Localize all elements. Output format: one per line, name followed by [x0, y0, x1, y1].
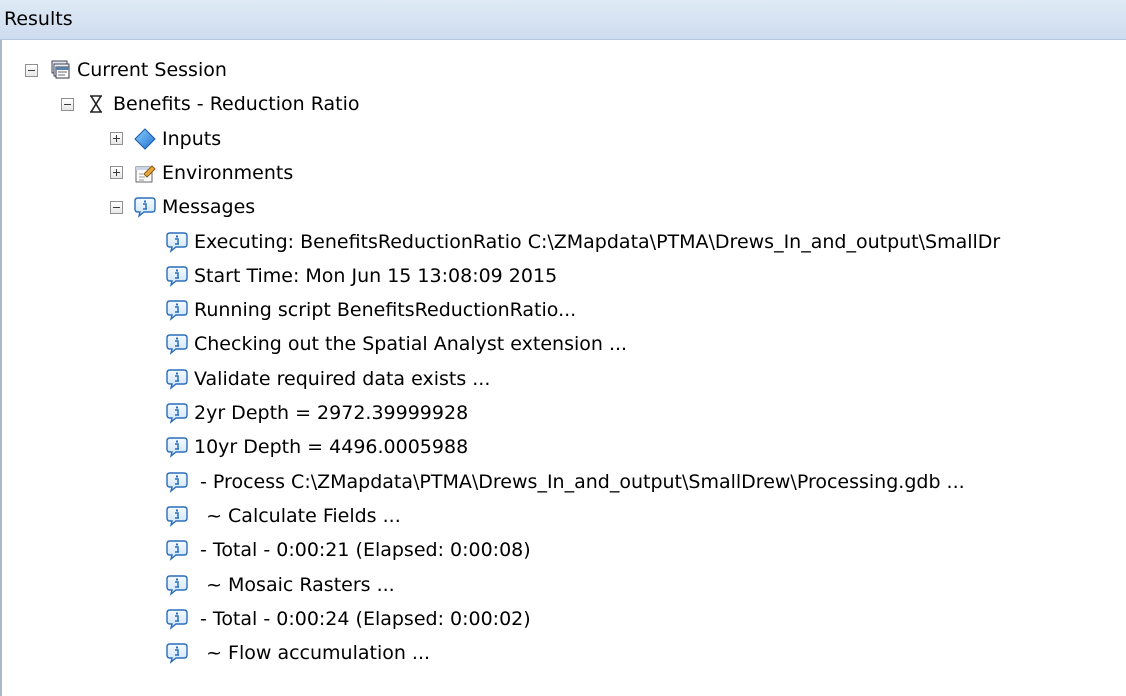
- info-message-icon: [166, 574, 188, 596]
- message-item[interactable]: Running script BenefitsReductionRatio...: [166, 293, 576, 327]
- collapse-minus-icon[interactable]: [25, 63, 38, 77]
- collapse-minus-icon[interactable]: [110, 200, 123, 214]
- tree-item-messages-label: Messages: [162, 196, 256, 219]
- message-item-label: Executing: BenefitsReductionRatio C:\ZMa…: [194, 230, 1001, 253]
- message-item[interactable]: - Total - 0:00:21 (Elapsed: 0:00:08): [166, 533, 531, 567]
- tree-item-environments-label: Environments: [162, 161, 294, 184]
- message-item[interactable]: - Total - 0:00:24 (Elapsed: 0:00:02): [166, 602, 531, 636]
- tree-item-inputs-label: Inputs: [162, 127, 222, 150]
- tree-item-environments[interactable]: Environments: [110, 156, 293, 190]
- info-message-icon: [166, 471, 188, 493]
- info-message-icon: [166, 505, 188, 527]
- info-message-icon: [166, 265, 188, 287]
- inputs-diamond-icon: [134, 127, 156, 150]
- message-item[interactable]: - Process C:\ZMapdata\PTMA\Drews_In_and_…: [166, 465, 965, 499]
- info-message-icon: [166, 539, 188, 562]
- message-item-label: ~ Flow accumulation ...: [194, 642, 431, 665]
- info-message-icon: [166, 231, 188, 253]
- environments-icon: [134, 162, 156, 184]
- results-panel-header: Results: [0, 0, 1126, 40]
- expand-plus-icon[interactable]: [110, 132, 123, 146]
- info-message-icon: [134, 196, 156, 219]
- info-message-icon: [166, 402, 188, 424]
- message-item[interactable]: Checking out the Spatial Analyst extensi…: [166, 327, 627, 361]
- message-item-label: Checking out the Spatial Analyst extensi…: [194, 333, 628, 356]
- tree-item-messages[interactable]: Messages: [110, 190, 255, 224]
- info-message-icon: [166, 436, 188, 459]
- message-item-label: 2yr Depth = 2972.39999928: [194, 402, 469, 424]
- message-item[interactable]: Validate required data exists ...: [166, 362, 490, 396]
- panel-title: Results: [4, 8, 73, 30]
- message-item-label: ~ Mosaic Rasters ...: [194, 573, 395, 596]
- hourglass-icon: [85, 93, 107, 115]
- expand-plus-icon[interactable]: [110, 166, 123, 180]
- info-message-icon: [166, 333, 188, 356]
- message-item[interactable]: 10yr Depth = 4496.0005988: [166, 430, 468, 464]
- message-item-label: ~ Calculate Fields ...: [194, 504, 401, 527]
- message-item[interactable]: 2yr Depth = 2972.39999928: [166, 396, 468, 430]
- tree-item-current-session-label: Current Session: [77, 59, 227, 81]
- info-message-icon: [166, 368, 188, 390]
- collapse-minus-icon[interactable]: [61, 97, 74, 111]
- message-item[interactable]: Start Time: Mon Jun 15 13:08:09 2015: [166, 259, 557, 293]
- message-item[interactable]: ~ Flow accumulation ...: [166, 636, 430, 670]
- message-item-label: Validate required data exists ...: [194, 367, 491, 390]
- message-item-label: - Total - 0:00:21 (Elapsed: 0:00:08): [194, 539, 531, 562]
- message-item[interactable]: ~ Calculate Fields ...: [166, 499, 401, 533]
- message-item-label: - Total - 0:00:24 (Elapsed: 0:00:02): [194, 607, 531, 630]
- message-item-label: Start Time: Mon Jun 15 13:08:09 2015: [194, 264, 558, 287]
- message-item-label: 10yr Depth = 4496.0005988: [194, 436, 469, 459]
- message-item[interactable]: ~ Mosaic Rasters ...: [166, 568, 395, 602]
- message-item-label: - Process C:\ZMapdata\PTMA\Drews_In_and_…: [194, 470, 965, 493]
- tree-item-tool-label: Benefits - Reduction Ratio: [113, 93, 360, 116]
- info-message-icon: [166, 299, 188, 321]
- tree-item-inputs[interactable]: Inputs: [110, 122, 221, 156]
- message-item-label: Running script BenefitsReductionRatio...: [194, 299, 577, 322]
- tree-item-current-session[interactable]: Current Session: [25, 53, 227, 87]
- tree-item-tool[interactable]: Benefits - Reduction Ratio: [61, 87, 360, 121]
- session-icon: [49, 59, 71, 81]
- info-message-icon: [166, 642, 188, 664]
- message-item[interactable]: Executing: BenefitsReductionRatio C:\ZMa…: [166, 225, 1000, 259]
- info-message-icon: [166, 608, 188, 630]
- panel-left-border: [0, 40, 2, 696]
